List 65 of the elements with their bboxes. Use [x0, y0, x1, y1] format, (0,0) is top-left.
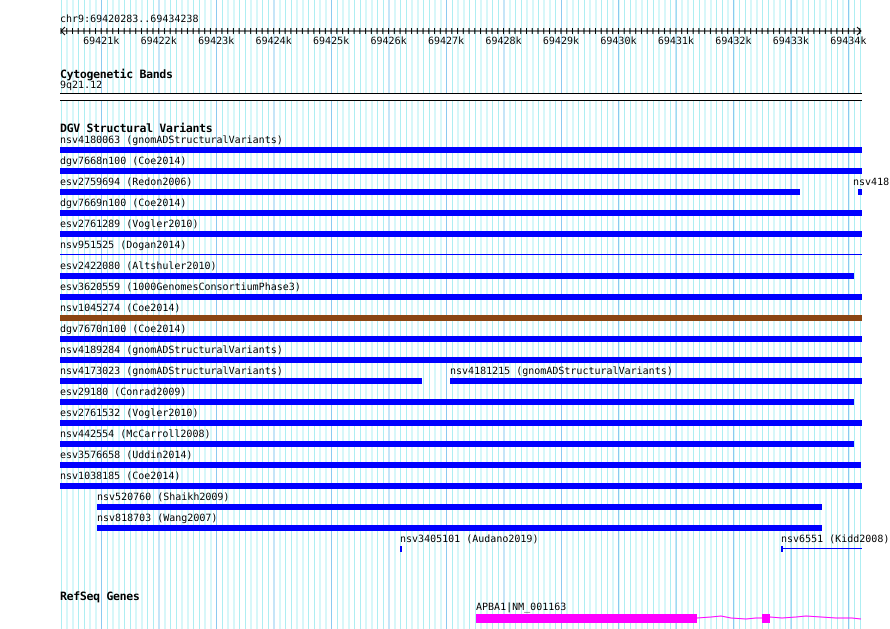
tick-label: 69428k [485, 36, 522, 48]
tick-label: 69424k [256, 36, 292, 48]
variant-label[interactable]: nsv4181215 (gnomADStructuralVariants) [450, 366, 673, 378]
location-label: chr9:69420283..69434238 [60, 14, 200, 26]
variant-label[interactable]: esv2761289 (Vogler2010) [60, 219, 198, 231]
variant-label[interactable]: esv29180 (Conrad2009) [60, 387, 186, 399]
variant-bar[interactable] [60, 399, 854, 405]
variant-bar[interactable] [60, 357, 862, 363]
variant-label[interactable]: nsv818703 (Wang2007) [97, 513, 218, 525]
variant-label[interactable]: nsv4189284 (gnomADStructuralVariants) [60, 345, 283, 357]
variant-label[interactable]: nsv951525 (Dogan2014) [60, 240, 186, 252]
tick-label: 69427k [428, 36, 464, 48]
tick-label: 69432k [715, 36, 752, 48]
variant-label[interactable]: nsv3405101 (Audano2019) [400, 534, 538, 546]
variant-label[interactable]: dgv7668n100 (Coe2014) [60, 156, 186, 168]
variant-bar[interactable] [97, 504, 822, 510]
tick-label: 69434k [830, 36, 866, 48]
tick-label: 69429k [542, 36, 580, 48]
tick-label: 69430k [600, 36, 636, 48]
variant-bar[interactable] [60, 231, 862, 237]
tick-label: 69425k [313, 36, 350, 48]
variant-label[interactable]: nsv520760 (Shaikh2009) [97, 492, 230, 504]
variant-bar[interactable] [60, 147, 862, 153]
variant-bar[interactable] [60, 441, 854, 447]
band-label: 9q21.12 [60, 80, 102, 92]
variant-bar[interactable] [60, 168, 862, 174]
tick-label: 69433k [772, 36, 809, 48]
variant-bar[interactable] [60, 378, 422, 384]
tick-label: 69431k [658, 36, 694, 48]
variant-label[interactable]: nsv6551 (Kidd2008) [781, 534, 890, 546]
variant-bar[interactable] [60, 210, 862, 216]
variant-label[interactable]: esv2761532 (Vogler2010) [60, 408, 198, 420]
variant-bar[interactable] [60, 462, 861, 468]
variant-label[interactable]: esv3620559 (1000GenomesConsortiumPhase3) [60, 282, 301, 294]
variant-label[interactable]: nsv418 [853, 177, 890, 189]
gene-model[interactable] [476, 614, 862, 624]
gene-label[interactable]: APBA1|NM_001163 [476, 602, 566, 614]
variant-label[interactable]: nsv1045274 (Coe2014) [60, 303, 180, 315]
variant-label[interactable]: nsv442554 (McCarroll2008) [60, 429, 211, 441]
variant-label[interactable]: dgv7670n100 (Coe2014) [60, 324, 186, 336]
tick-label: 69423k [198, 36, 234, 48]
variant-bar[interactable] [97, 525, 822, 531]
variant-bar[interactable] [60, 336, 862, 342]
track-title: Cytogenetic Bands [60, 68, 174, 80]
variant-bar[interactable] [450, 378, 862, 384]
variant-label[interactable]: esv2759694 (Redon2006) [60, 177, 192, 189]
variant-label[interactable]: esv2422080 (Altshuler2010) [60, 261, 217, 273]
variant-bar[interactable] [60, 420, 862, 426]
track-title: DGV Structural Variants [60, 122, 214, 134]
tick-label: 69421k [83, 36, 120, 48]
variant-bar[interactable] [60, 273, 854, 279]
track-title: RefSeq Genes [60, 590, 140, 602]
variant-bar[interactable] [60, 294, 862, 300]
variant-label[interactable]: nsv4180063 (gnomADStructuralVariants) [60, 135, 283, 147]
variant-bar[interactable] [60, 189, 800, 195]
variant-bar[interactable] [60, 483, 862, 489]
variant-line[interactable] [781, 546, 862, 552]
variant-label[interactable]: nsv1038185 (Coe2014) [60, 471, 180, 483]
variant-label[interactable]: esv3576658 (Uddin2014) [60, 450, 192, 462]
tick-label: 69426k [370, 36, 407, 48]
variant-bar[interactable] [858, 189, 862, 195]
tick-label: 69422k [140, 36, 177, 48]
variant-label[interactable]: nsv4173023 (gnomADStructuralVariants) [60, 366, 283, 378]
variant-bar[interactable] [60, 315, 862, 321]
variant-label[interactable]: dgv7669n100 (Coe2014) [60, 198, 186, 210]
